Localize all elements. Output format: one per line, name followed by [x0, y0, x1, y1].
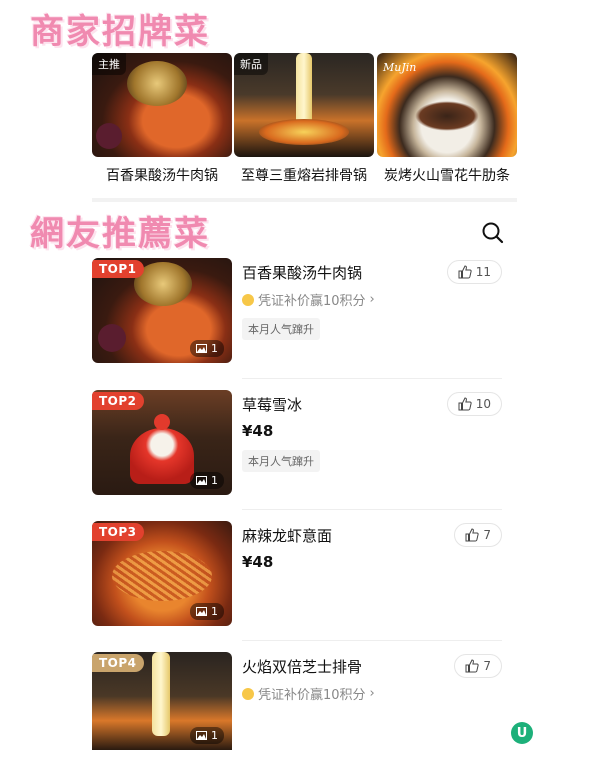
thumbs-up-icon	[458, 265, 472, 279]
row-separator	[242, 640, 502, 641]
search-button[interactable]	[480, 220, 506, 246]
dish-photo: TOP4 1	[92, 652, 232, 750]
restaurant-logo: MuJin	[383, 61, 417, 74]
image-icon	[196, 731, 207, 740]
dish-tag: 主推	[92, 53, 126, 75]
image-icon	[196, 607, 207, 616]
dish-name: 麻辣龙虾意面	[242, 527, 333, 545]
list-item[interactable]: TOP4 1 火焰双倍芝士排骨 7 凭证补价赢10积分 ›	[92, 652, 502, 772]
list-item[interactable]: TOP1 1 百香果酸汤牛肉锅 11 凭证补价赢10积分 › 本月人气蹿升	[92, 258, 502, 378]
signature-dish-card[interactable]: 主推 百香果酸汤牛肉锅	[92, 53, 232, 185]
dish-name: 百香果酸汤牛肉锅	[106, 168, 218, 184]
list-item[interactable]: TOP2 1 草莓雪冰 10 ¥48 本月人气蹿升	[92, 390, 502, 510]
thumbs-up-icon	[465, 659, 480, 673]
popularity-chip: 本月人气蹿升	[242, 450, 320, 472]
search-icon	[482, 222, 504, 244]
like-button[interactable]: 10	[446, 392, 502, 416]
list-item[interactable]: TOP3 1 麻辣龙虾意面 7 ¥48	[92, 521, 502, 641]
dish-name: 草莓雪冰	[242, 396, 303, 414]
dish-name: 至尊三重熔岩排骨锅	[241, 168, 367, 184]
like-button[interactable]: 7	[454, 523, 502, 547]
row-separator	[242, 509, 502, 510]
rank-badge: TOP1	[92, 260, 144, 278]
image-icon	[196, 344, 207, 353]
photo-count: 1	[190, 603, 224, 620]
signature-dishes-row: 主推 百香果酸汤牛肉锅 新品 至尊三重熔岩排骨锅 MuJin 炭烤火山雪花牛肋条	[92, 53, 517, 185]
photo-count: 1	[190, 340, 224, 357]
popularity-chip: 本月人气蹿升	[242, 318, 320, 340]
rank-badge: TOP3	[92, 523, 144, 541]
section-divider	[92, 198, 517, 202]
signature-dishes-heading: 商家招牌菜	[30, 12, 210, 52]
photo-count: 1	[190, 472, 224, 489]
thumbs-up-icon	[465, 528, 480, 542]
dish-price: ¥48	[242, 553, 274, 571]
app-logo: U	[511, 722, 533, 744]
like-button[interactable]: 7	[454, 654, 502, 678]
like-button[interactable]: 11	[446, 260, 502, 284]
photo-count: 1	[190, 727, 224, 744]
dish-name: 火焰双倍芝士排骨	[242, 658, 363, 676]
rank-badge: TOP2	[92, 392, 144, 410]
dish-price: ¥48	[242, 422, 274, 440]
signature-dish-card[interactable]: MuJin 炭烤火山雪花牛肋条	[377, 53, 517, 185]
signature-dish-card[interactable]: 新品 至尊三重熔岩排骨锅	[234, 53, 374, 185]
dish-name: 炭烤火山雪花牛肋条	[384, 168, 510, 184]
rank-badge: TOP4	[92, 654, 144, 672]
coin-icon	[242, 293, 254, 306]
points-promo-link[interactable]: 凭证补价赢10积分 ›	[242, 684, 375, 703]
dish-photo: TOP1 1	[92, 258, 232, 363]
dish-photo: TOP3 1	[92, 521, 232, 626]
dish-photo: MuJin	[377, 53, 517, 157]
thumbs-up-icon	[458, 397, 472, 411]
dish-tag: 新品	[234, 53, 268, 75]
image-icon	[196, 476, 207, 485]
dish-photo: 主推	[92, 53, 232, 157]
dish-photo: 新品	[234, 53, 374, 157]
netizen-recommend-heading: 網友推薦菜	[30, 214, 210, 254]
dish-name: 百香果酸汤牛肉锅	[242, 264, 363, 282]
dish-photo: TOP2 1	[92, 390, 232, 495]
points-promo-link[interactable]: 凭证补价赢10积分 ›	[242, 290, 375, 309]
coin-icon	[242, 687, 254, 700]
row-separator	[242, 378, 502, 379]
